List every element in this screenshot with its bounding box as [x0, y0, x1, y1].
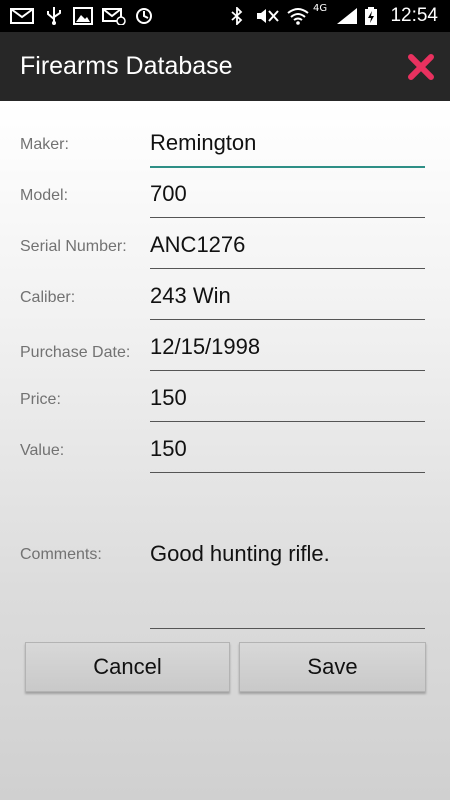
signal-icon [337, 8, 357, 24]
wifi-icon [287, 8, 309, 25]
4g-icon: 4G [313, 3, 328, 14]
cancel-button[interactable]: Cancel [25, 642, 230, 692]
field-value: 150 [150, 436, 187, 461]
field-label: Purchase Date: [20, 344, 131, 361]
field-label: Model: [20, 187, 69, 204]
field-label: Value: [20, 442, 65, 459]
field-value: 700 [150, 181, 187, 206]
mail-icon [10, 8, 34, 24]
battery-charging-icon [365, 7, 377, 25]
field-value: Remington [150, 130, 257, 155]
field-label: Serial Number: [20, 238, 127, 255]
field-label: Maker: [20, 136, 69, 153]
mute-icon [257, 9, 279, 23]
comments-field[interactable]: Good hunting rifle. [150, 537, 425, 629]
value-field[interactable]: 150 [150, 432, 425, 473]
form-content: Maker: Remington Model: 700 Serial Numbe… [0, 101, 450, 800]
email-sync-icon [102, 8, 126, 25]
caliber-field[interactable]: 243 Win [150, 279, 425, 320]
bluetooth-icon [231, 7, 243, 25]
usb-icon [47, 7, 61, 25]
status-time: 12:54 [390, 5, 438, 26]
maker-field[interactable]: Remington [150, 126, 425, 168]
serial-number-field[interactable]: ANC1276 [150, 228, 425, 269]
field-label: Price: [20, 391, 61, 408]
image-icon [73, 7, 93, 25]
cancel-button-label: Cancel [93, 654, 162, 679]
vpn-icon [136, 8, 152, 24]
field-value: 243 Win [150, 283, 231, 308]
comments-label: Comments: [20, 546, 102, 563]
close-button[interactable] [406, 52, 436, 82]
field-value: ANC1276 [150, 232, 246, 257]
price-field[interactable]: 150 [150, 381, 425, 422]
action-bar: Firearms Database [0, 32, 450, 101]
app-title: Firearms Database [20, 52, 233, 80]
field-value: 12/15/1998 [150, 334, 261, 359]
model-field[interactable]: 700 [150, 177, 425, 218]
close-icon [408, 54, 434, 80]
status-bar: 4G 12:54 [0, 0, 450, 32]
comments-value: Good hunting rifle. [150, 541, 330, 566]
save-button[interactable]: Save [239, 642, 426, 692]
save-button-label: Save [307, 654, 358, 679]
field-label: Caliber: [20, 289, 76, 306]
purchase-date-field[interactable]: 12/15/1998 [150, 330, 425, 371]
field-value: 150 [150, 385, 187, 410]
